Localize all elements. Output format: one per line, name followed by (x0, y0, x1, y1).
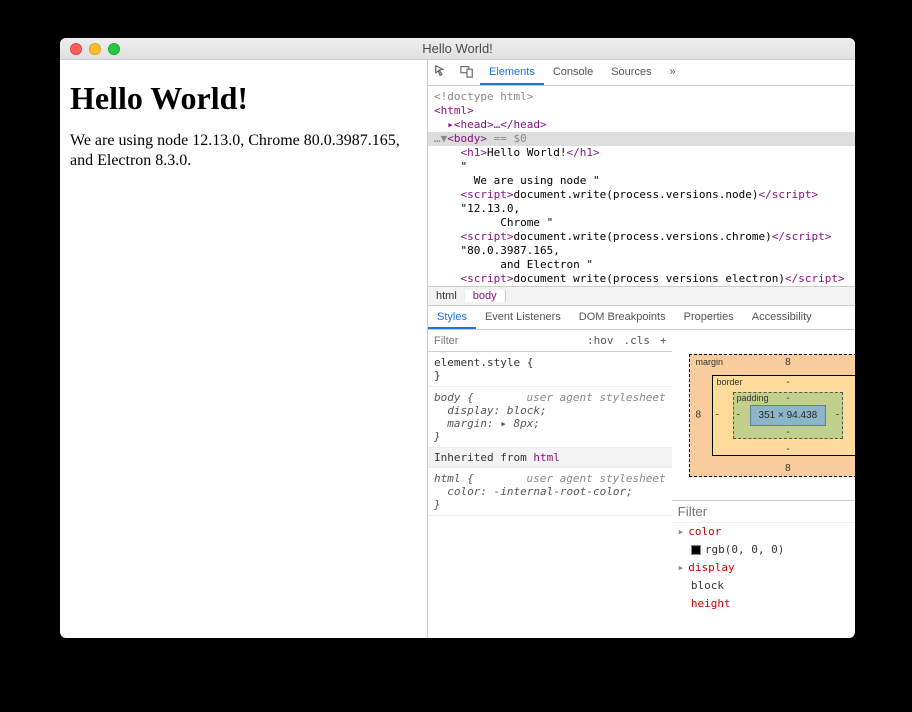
inherited-header: Inherited from html (428, 448, 672, 468)
tab-dom-breakpoints[interactable]: DOM Breakpoints (570, 306, 675, 329)
device-toggle-icon[interactable] (454, 64, 480, 81)
dom-text1[interactable]: " (434, 160, 855, 174)
dom-h1[interactable]: <h1>Hello World!</h1> (434, 146, 855, 160)
tab-styles[interactable]: Styles (428, 306, 476, 329)
dom-html-open[interactable]: <html> (434, 104, 855, 118)
computed-color-val: rgb(0, 0, 0) (672, 541, 855, 559)
page-content: Hello World! We are using node 12.13.0, … (60, 60, 427, 638)
box-model[interactable]: margin 8 8 8 8 border - - - - (672, 330, 855, 500)
styles-filter-input[interactable] (428, 335, 582, 347)
box-model-content: 351 × 94.438 (750, 405, 827, 426)
cls-toggle[interactable]: .cls (619, 334, 656, 347)
tab-console[interactable]: Console (544, 60, 602, 85)
dom-body-selected[interactable]: …▼<body> == $0 (428, 132, 855, 146)
rule-element-style[interactable]: element.style { } (428, 352, 672, 387)
styles-tabs: Styles Event Listeners DOM Breakpoints P… (428, 306, 855, 330)
styles-body: :hov .cls + element.style { } body {user… (428, 330, 855, 638)
devtools-toolbar: Elements Console Sources » ⋮ ✕ (428, 60, 855, 86)
computed-display-val: block (672, 577, 855, 595)
page-heading: Hello World! (70, 80, 417, 117)
tab-more[interactable]: » (661, 60, 685, 85)
window-body: Hello World! We are using node 12.13.0, … (60, 60, 855, 638)
tab-properties[interactable]: Properties (675, 306, 743, 329)
window-title: Hello World! (60, 41, 855, 56)
computed-height[interactable]: height (672, 595, 855, 613)
styles-right: margin 8 8 8 8 border - - - - (672, 330, 855, 638)
hov-toggle[interactable]: :hov (582, 334, 619, 347)
tab-event-listeners[interactable]: Event Listeners (476, 306, 570, 329)
computed-display[interactable]: ▸display (672, 559, 855, 577)
dom-doctype[interactable]: <!doctype html> (434, 90, 855, 104)
rule-body[interactable]: body {user agent stylesheet display: blo… (428, 387, 672, 448)
dom-text2[interactable]: "12.13.0, (434, 202, 855, 216)
dom-script3[interactable]: <script>document write(process versions … (434, 272, 855, 286)
page-paragraph: We are using node 12.13.0, Chrome 80.0.3… (70, 131, 417, 171)
crumb-html[interactable]: html (428, 290, 465, 302)
computed-color[interactable]: ▸color (672, 523, 855, 541)
dom-script1[interactable]: <script>document.write(process.versions.… (434, 188, 855, 202)
new-rule-button[interactable]: + (655, 334, 672, 347)
dom-script2[interactable]: <script>document.write(process.versions.… (434, 230, 855, 244)
crumb-body[interactable]: body (465, 290, 506, 302)
styles-rules: :hov .cls + element.style { } body {user… (428, 330, 672, 638)
computed-filter-input[interactable] (678, 504, 855, 519)
styles-filter-row: :hov .cls + (428, 330, 672, 352)
dom-text1b[interactable]: We are using node " (434, 174, 855, 188)
titlebar: Hello World! (60, 38, 855, 60)
devtools-tabs: Elements Console Sources » (480, 60, 685, 85)
dom-head[interactable]: ▸<head>…</head> (434, 118, 855, 132)
tab-elements[interactable]: Elements (480, 60, 544, 85)
dom-text2b[interactable]: Chrome " (434, 216, 855, 230)
dom-tree[interactable]: <!doctype html> <html> ▸<head>…</head> …… (428, 86, 855, 286)
devtools-panel: Elements Console Sources » ⋮ ✕ <!doctype… (427, 60, 855, 638)
tab-accessibility[interactable]: Accessibility (743, 306, 821, 329)
breadcrumb: html body (428, 286, 855, 306)
dom-text3[interactable]: "80.0.3987.165, (434, 244, 855, 258)
app-window: Hello World! Hello World! We are using n… (60, 38, 855, 638)
computed-panel: Show all ▸color rgb(0, 0, 0) ▸display bl… (672, 500, 855, 613)
rule-html[interactable]: html {user agent stylesheet color: -inte… (428, 468, 672, 516)
dom-text3b[interactable]: and Electron " (434, 258, 855, 272)
tab-sources[interactable]: Sources (602, 60, 660, 85)
inspect-icon[interactable] (428, 64, 454, 81)
